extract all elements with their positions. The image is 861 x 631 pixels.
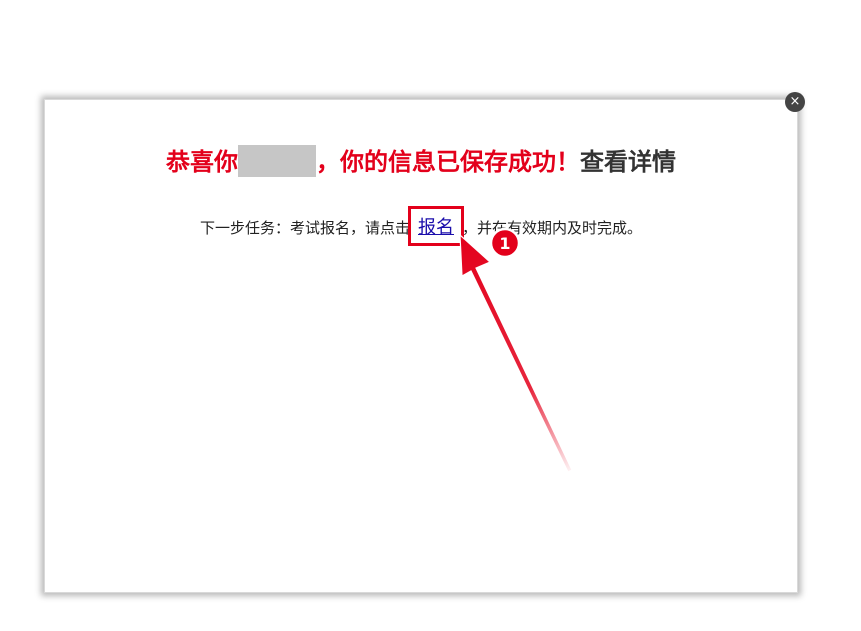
next-step-prefix: 下一步任务：考试报名，请点击 <box>199 219 410 237</box>
view-details-link[interactable]: 查看详情 <box>580 148 676 176</box>
next-step-suffix: ，并在有效期内及时完成。 <box>462 219 643 237</box>
dialog-headline: 恭喜你 ，你的信息已保存成功！查看详情 <box>45 142 797 177</box>
success-dialog: × 恭喜你 ，你的信息已保存成功！查看详情 下一步任务：考试报名，请点击 报名 ，并在… <box>44 92 805 593</box>
close-icon[interactable]: × <box>785 92 805 112</box>
register-highlight-box: 报名 <box>408 206 464 246</box>
screen: × 恭喜你 ，你的信息已保存成功！查看详情 下一步任务：考试报名，请点击 报名 ，并在… <box>0 0 861 631</box>
saved-success-text: ，你的信息已保存成功！ <box>316 148 580 176</box>
register-link[interactable]: 报名 <box>418 217 454 238</box>
congrats-text: 恭喜你 <box>166 148 238 176</box>
next-step-instruction: 下一步任务：考试报名，请点击 报名 ，并在有效期内及时完成。 <box>45 206 797 246</box>
redacted-name <box>238 145 316 177</box>
